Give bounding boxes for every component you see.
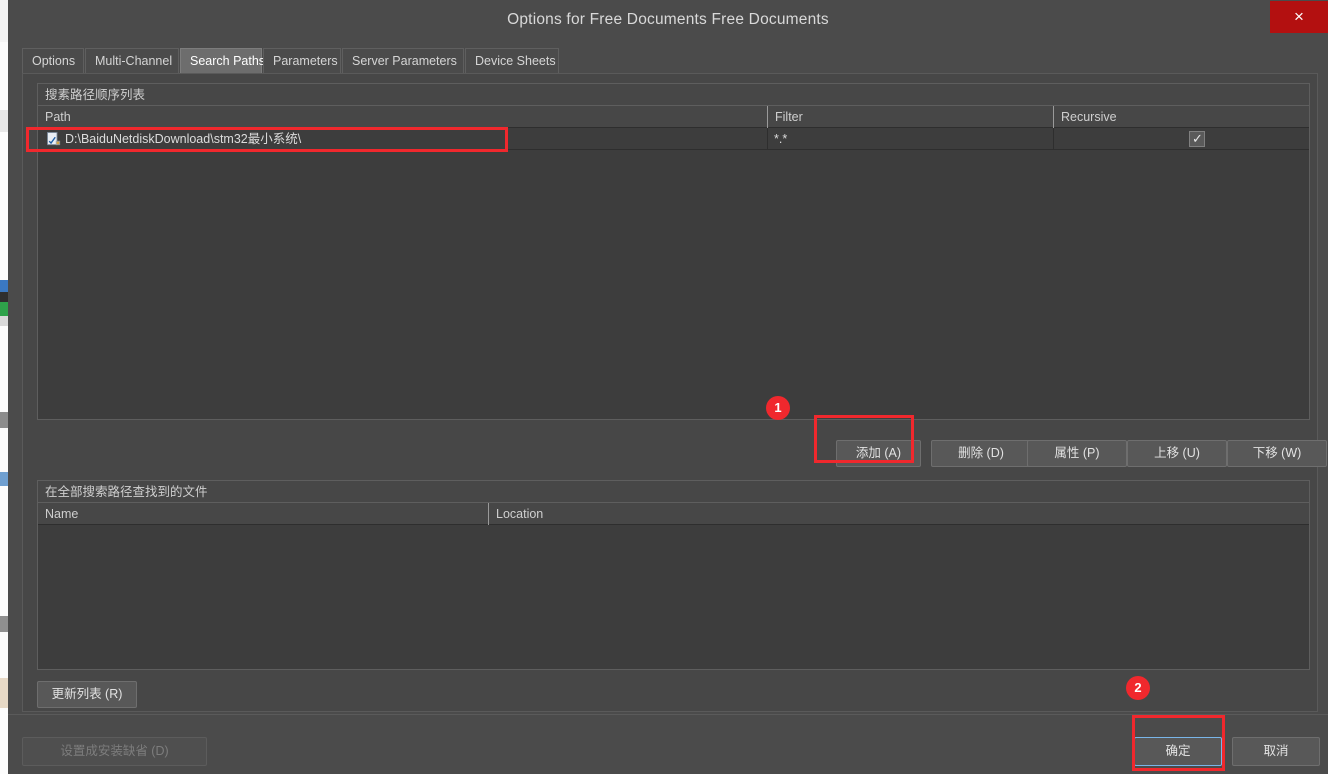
search-path-list-group: 搜素路径顺序列表 Path Filter Recursive D:\Ba [37, 83, 1310, 420]
tab-device-sheets[interactable]: Device Sheets [465, 48, 559, 74]
cancel-button[interactable]: 取消 [1232, 737, 1320, 766]
column-header-name[interactable]: Name [38, 503, 488, 525]
column-header-recursive[interactable]: Recursive [1053, 106, 1309, 128]
add-path-button[interactable]: 添加 (A) [836, 440, 921, 467]
search-paths-tab-panel: 搜素路径顺序列表 Path Filter Recursive D:\Ba [22, 73, 1318, 712]
tab-parameters[interactable]: Parameters [263, 48, 341, 74]
search-path-list-title: 搜素路径顺序列表 [38, 84, 1309, 106]
tab-strip: OptionsMulti-ChannelSearch PathsParamete… [22, 48, 1318, 74]
path-properties-button[interactable]: 属性 (P) [1027, 440, 1127, 467]
close-button[interactable]: × [1270, 1, 1328, 33]
path-cell-value: D:\BaiduNetdiskDownload\stm32最小系统\ [65, 128, 301, 150]
column-header-filter[interactable]: Filter [767, 106, 1053, 128]
found-files-title: 在全部搜索路径查找到的文件 [38, 481, 1309, 503]
ok-button[interactable]: 确定 [1134, 737, 1222, 766]
table-row[interactable]: D:\BaiduNetdiskDownload\stm32最小系统\ *.* ✓ [38, 128, 1309, 150]
move-path-up-button[interactable]: 上移 (U) [1127, 440, 1227, 467]
tab-server-parameters[interactable]: Server Parameters [342, 48, 464, 74]
found-files-column-headers: Name Location [38, 503, 1309, 525]
checkmark-icon: ✓ [1192, 130, 1203, 148]
delete-path-button[interactable]: 删除 (D) [931, 440, 1031, 467]
found-files-group: 在全部搜索路径查找到的文件 Name Location [37, 480, 1310, 670]
set-install-default-button: 设置成安装缺省 (D) [22, 737, 207, 766]
filter-cell-value: *.* [774, 128, 787, 150]
column-header-location[interactable]: Location [488, 503, 1309, 525]
tab-search-paths[interactable]: Search Paths [180, 48, 262, 74]
search-path-column-headers: Path Filter Recursive [38, 106, 1309, 128]
tab-options[interactable]: Options [22, 48, 84, 74]
tab-multi-channel[interactable]: Multi-Channel [85, 48, 179, 74]
found-files-list-body[interactable] [38, 525, 1309, 669]
document-check-icon [47, 132, 61, 146]
recursive-checkbox[interactable]: ✓ [1189, 131, 1205, 147]
column-header-path[interactable]: Path [38, 106, 767, 128]
close-icon: × [1270, 1, 1328, 33]
move-path-down-button[interactable]: 下移 (W) [1227, 440, 1327, 467]
refresh-list-button[interactable]: 更新列表 (R) [37, 681, 137, 708]
cell-separator [1053, 128, 1054, 150]
dialog-title: Options for Free Documents Free Document… [8, 0, 1328, 40]
dialog-titlebar: Options for Free Documents Free Document… [8, 0, 1328, 40]
search-path-list-body[interactable]: D:\BaiduNetdiskDownload\stm32最小系统\ *.* ✓ [38, 128, 1309, 419]
dialog-footer: 设置成安装缺省 (D) 确定 取消 [8, 714, 1328, 774]
cell-separator [767, 128, 768, 150]
options-dialog: Options for Free Documents Free Document… [8, 0, 1328, 774]
